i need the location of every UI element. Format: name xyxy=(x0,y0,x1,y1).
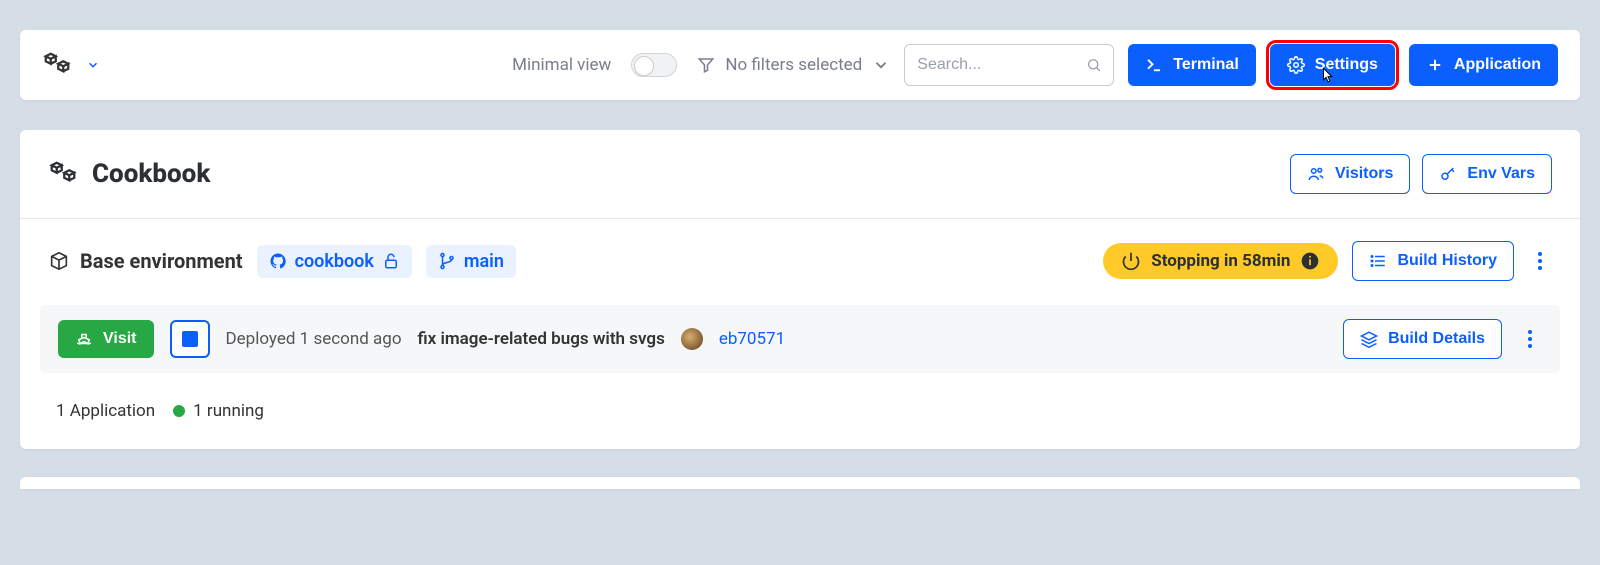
next-card-peek xyxy=(20,477,1580,489)
repo-chip[interactable]: cookbook xyxy=(257,245,412,278)
build-details-button[interactable]: Build Details xyxy=(1343,319,1502,359)
users-icon xyxy=(1307,165,1325,183)
chevron-down-icon xyxy=(872,56,890,74)
commit-message: fix image-related bugs with svgs xyxy=(418,329,665,349)
deployment-row: Visit Deployed 1 second ago fix image-re… xyxy=(40,305,1560,373)
project-footer: 1 Application 1 running xyxy=(20,373,1580,449)
status-pill[interactable]: Stopping in 58min xyxy=(1103,243,1338,279)
top-toolbar: Minimal view No filters selected Termina… xyxy=(20,30,1580,100)
power-icon xyxy=(1121,251,1141,271)
avatar xyxy=(681,328,703,350)
terminal-button[interactable]: Terminal xyxy=(1128,44,1256,86)
project-actions: Visitors Env Vars xyxy=(1290,154,1552,194)
envvars-label: Env Vars xyxy=(1467,165,1535,183)
layers-icon xyxy=(1360,330,1378,348)
settings-button-label: Settings xyxy=(1315,56,1378,74)
commit-hash[interactable]: eb70571 xyxy=(719,329,785,349)
cube-icon xyxy=(48,250,70,272)
visit-button[interactable]: Visit xyxy=(58,320,154,358)
add-application-label: Application xyxy=(1454,56,1541,74)
list-icon xyxy=(1369,252,1387,270)
build-history-button[interactable]: Build History xyxy=(1352,241,1514,281)
deployment-menu[interactable] xyxy=(1518,327,1542,351)
status-dot-icon xyxy=(173,405,185,417)
kebab-icon xyxy=(1518,327,1542,351)
cubes-icon xyxy=(42,50,72,80)
filters-dropdown[interactable]: No filters selected xyxy=(697,55,890,75)
kebab-icon xyxy=(1528,249,1552,273)
deployed-time: Deployed 1 second ago xyxy=(226,329,402,349)
cubes-icon xyxy=(48,159,78,189)
minimal-view-label: Minimal view xyxy=(512,55,611,75)
environment-menu[interactable] xyxy=(1528,249,1552,273)
environment-name: Base environment xyxy=(48,249,243,273)
search-icon xyxy=(1086,56,1102,74)
stop-button[interactable] xyxy=(170,320,210,358)
github-icon xyxy=(269,252,287,270)
plus-icon xyxy=(1426,56,1444,74)
info-icon xyxy=(1300,251,1320,271)
unlock-icon xyxy=(382,252,400,270)
envvars-button[interactable]: Env Vars xyxy=(1422,154,1552,194)
visitors-button[interactable]: Visitors xyxy=(1290,154,1410,194)
settings-button[interactable]: Settings xyxy=(1270,44,1395,86)
stop-icon xyxy=(182,331,198,347)
branch-icon xyxy=(438,252,456,270)
logo-dropdown[interactable] xyxy=(42,50,100,80)
terminal-button-label: Terminal xyxy=(1173,56,1239,74)
chevron-down-icon xyxy=(86,58,100,72)
environment-row: Base environment cookbook main Stopping … xyxy=(20,219,1580,291)
app-count: 1 Application xyxy=(56,401,155,421)
terminal-icon xyxy=(1145,56,1163,74)
visitors-label: Visitors xyxy=(1335,165,1393,183)
minimal-view-toggle[interactable] xyxy=(631,53,677,77)
project-card: Cookbook Visitors Env Vars Base environm… xyxy=(20,130,1580,449)
project-title: Cookbook xyxy=(48,159,1290,189)
gear-icon xyxy=(1287,56,1305,74)
branch-chip[interactable]: main xyxy=(426,245,516,278)
key-icon xyxy=(1439,165,1457,183)
search-input[interactable] xyxy=(917,56,1077,74)
filters-label: No filters selected xyxy=(725,55,862,75)
filter-icon xyxy=(697,56,715,74)
running-status: 1 running xyxy=(173,401,264,421)
project-name: Cookbook xyxy=(92,159,210,189)
add-application-button[interactable]: Application xyxy=(1409,44,1558,86)
ship-icon xyxy=(75,330,93,348)
project-header: Cookbook Visitors Env Vars xyxy=(20,130,1580,219)
search-box[interactable] xyxy=(904,44,1114,86)
